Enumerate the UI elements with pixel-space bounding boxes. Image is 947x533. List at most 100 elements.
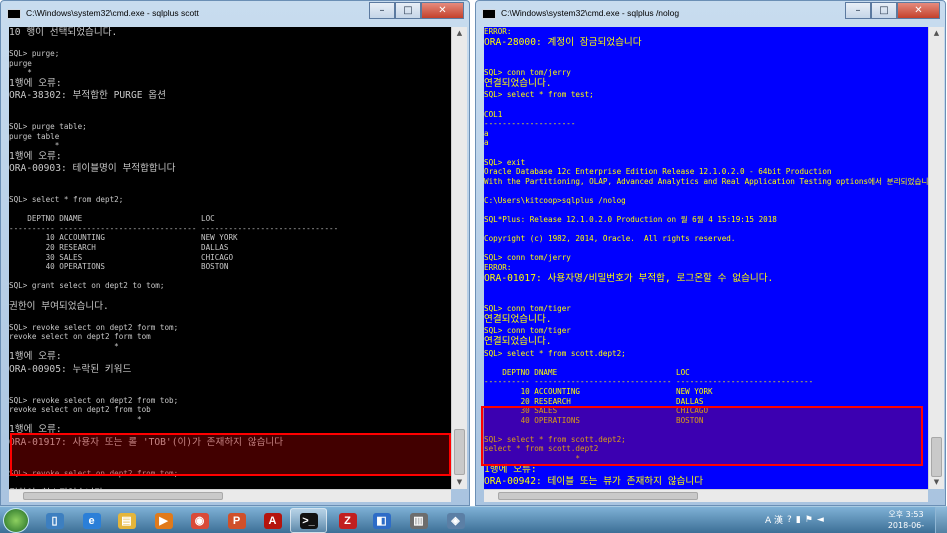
window-title: C:\Windows\system32\cmd.exe - sqlplus /n… — [501, 8, 680, 18]
console-line: purge — [9, 58, 32, 68]
scroll-up-arrow-icon[interactable]: ▲ — [931, 28, 942, 39]
console-line: SQL> purge table; — [9, 122, 87, 132]
internet-explorer-icon: e — [82, 512, 101, 529]
console-line: SQL> purge; — [9, 49, 60, 59]
taskbar-button[interactable]: >_ — [290, 508, 327, 533]
console-line: 20 RESEARCH DALLAS — [9, 243, 229, 252]
console-line: ---------- -----------------------------… — [9, 223, 339, 233]
vertical-scrollbar[interactable]: ▲ ▼ — [451, 27, 467, 489]
console-line: COL1 — [484, 109, 503, 119]
cmd-window-icon — [482, 9, 496, 19]
show-desktop-button[interactable] — [935, 507, 947, 533]
ime-indicator[interactable]: A 漢 — [765, 513, 783, 526]
console-line: ORA-00903: 테이블명이 부적합합니다 — [9, 163, 176, 175]
cmd-icon: >_ — [299, 512, 318, 529]
console-line: 10 ACCOUNTING NEW YORK — [9, 233, 238, 243]
database-icon: ▥ — [409, 512, 428, 529]
volume-icon[interactable]: ◄ — [817, 515, 824, 525]
vertical-scrollbar[interactable]: ▲ ▼ — [928, 27, 944, 489]
console-line: ---------- -----------------------------… — [484, 377, 814, 387]
taskbar-button[interactable]: ◈ — [437, 508, 474, 533]
taskbar-button[interactable]: ◧ — [363, 508, 400, 533]
taskbar-button[interactable]: ▤ — [108, 508, 145, 533]
console-line: DEPTNO DNAME LOC — [484, 367, 690, 377]
console-line: With the Partitioning, OLAP, Advanced An… — [484, 176, 928, 186]
filezilla-icon: Z — [338, 512, 357, 529]
clock[interactable]: 오후 3:53 2018-06-04 — [884, 509, 928, 533]
console-line: 연결되었습니다. — [484, 77, 552, 89]
clock-date: 2018-06-04 — [887, 521, 925, 533]
system-tray[interactable]: A 漢 ? ▮ ⚑ ◄ — [765, 513, 824, 527]
console-line: Oracle Database 12c Enterprise Edition R… — [484, 167, 832, 177]
console-line: SQL> select * from test; — [484, 90, 594, 100]
console-line: Copyright (c) 1982, 2014, Oracle. All ri… — [484, 234, 736, 244]
minimize-button[interactable]: – — [845, 2, 871, 19]
console-line: purge table — [9, 131, 60, 141]
scroll-down-arrow-icon[interactable]: ▼ — [454, 477, 465, 488]
app-icon: ◈ — [446, 512, 465, 529]
cmd-window-icon — [7, 9, 21, 19]
taskbar-button[interactable]: A — [254, 508, 291, 533]
taskbar-button[interactable]: P — [218, 508, 255, 533]
title-bar[interactable]: C:\Windows\system32\cmd.exe - sqlplus /n… — [476, 1, 945, 27]
scroll-down-arrow-icon[interactable]: ▼ — [931, 477, 942, 488]
title-bar[interactable]: C:\Windows\system32\cmd.exe - sqlplus sc… — [1, 1, 469, 27]
clock-time: 오후 3:53 — [888, 510, 924, 519]
console-line: SQL> conn tom/jerry — [484, 68, 571, 78]
console-line: SQL> conn tom/tiger — [484, 304, 571, 314]
console-line: ERROR: — [484, 263, 512, 273]
horizontal-scrollbar[interactable] — [484, 489, 928, 502]
console-line: a — [484, 128, 489, 138]
taskbar-button[interactable]: ▶ — [145, 508, 182, 533]
close-button[interactable]: ✕ — [897, 2, 940, 19]
maximize-button[interactable]: □ — [871, 2, 897, 19]
scrollbar-thumb[interactable] — [931, 437, 942, 477]
taskbar-button[interactable]: Z — [329, 508, 366, 533]
horizontal-scrollbar[interactable] — [9, 489, 451, 502]
console-line: SQL> grant select on dept2 to tom; — [9, 281, 165, 291]
help-icon[interactable]: ? — [787, 515, 792, 525]
taskbar-button[interactable]: e — [73, 508, 110, 533]
cmd-window-scott[interactable]: C:\Windows\system32\cmd.exe - sqlplus sc… — [0, 0, 470, 506]
maximize-button[interactable]: □ — [395, 2, 421, 19]
console-line: 1행에 오류: — [9, 150, 62, 162]
taskbar-button[interactable]: ◉ — [181, 508, 218, 533]
scrollbar-thumb[interactable] — [454, 429, 465, 475]
start-button[interactable] — [3, 508, 29, 533]
taskbar-button[interactable]: ▥ — [400, 508, 437, 533]
close-button[interactable]: ✕ — [421, 2, 464, 19]
scrollbar-thumb[interactable] — [498, 492, 698, 500]
network-icon[interactable]: ▮ — [796, 515, 801, 525]
scroll-up-arrow-icon[interactable]: ▲ — [454, 28, 465, 39]
taskbar: ▯ e ▤ ▶ ◉ P A >_ Z ◧ ▥ ◈ A 漢 ? ▮ ⚑ ◄ 오후 3:53 2018-0… — [0, 506, 947, 533]
console-line: 10 행이 선택되었습니다. — [9, 27, 118, 38]
visual-studio-icon: ◧ — [372, 512, 391, 529]
scrollbar-thumb[interactable] — [23, 492, 223, 500]
console-output[interactable]: 10 행이 선택되었습니다. SQL> purge; purge * 1행에 오류: O… — [9, 27, 451, 489]
console-line: * — [9, 414, 142, 424]
console-line: ORA-00942: 테이블 또는 뷰가 존재하지 않습니다 — [484, 476, 704, 488]
console-line: -------------------- — [484, 119, 576, 129]
console-line: SQL> conn tom/tiger — [484, 326, 571, 336]
flag-icon[interactable]: ⚑ — [805, 515, 813, 525]
minimize-button[interactable]: – — [369, 2, 395, 19]
console-line: 1행에 오류: — [9, 77, 62, 89]
console-line: 1행에 오류: — [9, 351, 62, 363]
taskbar-button[interactable]: ▯ — [36, 508, 73, 533]
console-line: revoke select on dept2 form tom — [9, 332, 151, 342]
